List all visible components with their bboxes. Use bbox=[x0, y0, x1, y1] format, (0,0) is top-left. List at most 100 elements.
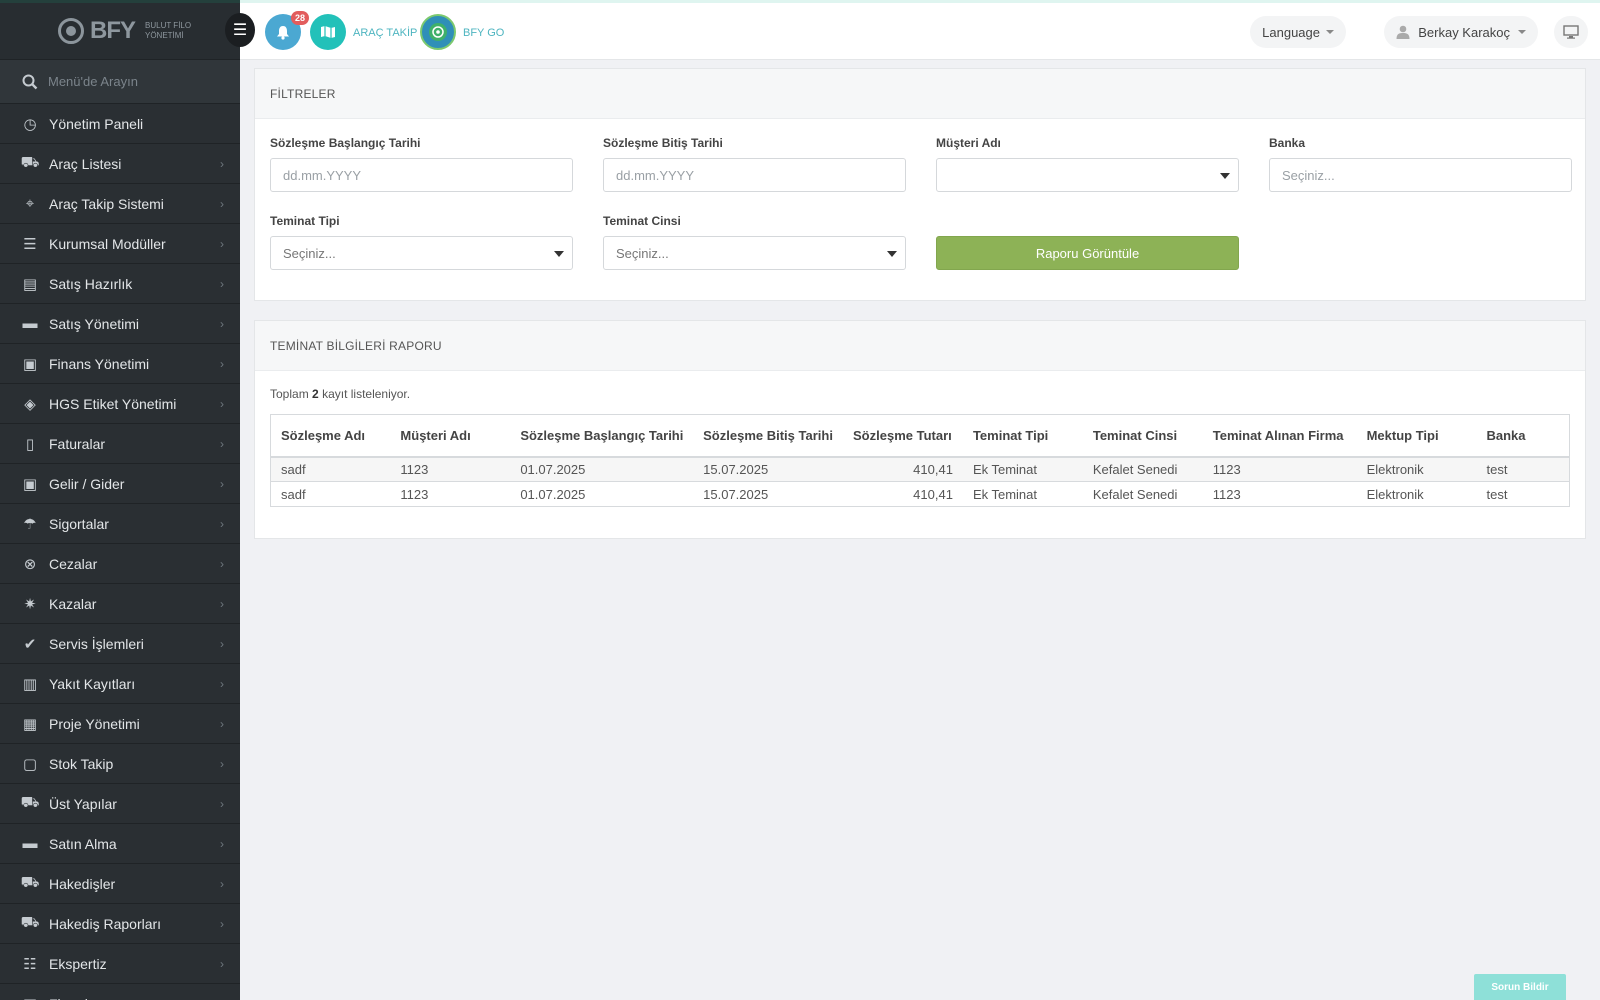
sidebar-item[interactable]: ▥ Yakıt Kayıtları › bbox=[0, 664, 240, 704]
truck-icon: ⛟ bbox=[20, 874, 40, 891]
sidebar-item[interactable]: ⌖ Araç Takip Sistemi › bbox=[0, 184, 240, 224]
sidebar-item[interactable]: ⛟ Üst Yapılar › bbox=[0, 784, 240, 824]
column-header[interactable]: Teminat Tipi bbox=[962, 414, 1083, 458]
table-cell: 15.07.2025 bbox=[693, 481, 844, 507]
menu-search bbox=[0, 60, 240, 104]
filters-panel: FİLTRELER Sözleşme Başlangıç Tarihi Sözl… bbox=[254, 68, 1586, 301]
sidebar-item[interactable]: ▤ Satış Hazırlık › bbox=[0, 264, 240, 304]
sidebar-item-label: Firmalar bbox=[49, 996, 100, 1000]
column-header[interactable]: Sözleşme Tutarı bbox=[843, 414, 963, 458]
logo-area: BFY BULUT FİLO YÖNETİMİ bbox=[0, 0, 240, 60]
sidebar-item-label: Kazalar bbox=[49, 595, 97, 612]
sidebar-item[interactable]: ◷ Yönetim Paneli bbox=[0, 104, 240, 144]
column-header[interactable]: Mektup Tipi bbox=[1356, 414, 1477, 458]
sidebar-item[interactable]: ▣ Finans Yönetimi › bbox=[0, 344, 240, 384]
column-header[interactable]: Müşteri Adı bbox=[390, 414, 511, 458]
sidebar-item[interactable]: ▢ Stok Takip › bbox=[0, 744, 240, 784]
chevron-down-icon bbox=[887, 251, 897, 257]
sidebar: BFY BULUT FİLO YÖNETİMİ ◷ Yönetim Paneli ⛟… bbox=[0, 0, 240, 1000]
fullscreen-button[interactable] bbox=[1554, 16, 1588, 48]
bfy-go-link[interactable]: BFY GO bbox=[463, 27, 504, 39]
sidebar-item-label: Ekspertiz bbox=[49, 955, 107, 972]
customer-select[interactable] bbox=[936, 158, 1239, 192]
column-header[interactable]: Sözleşme Adı bbox=[270, 414, 391, 458]
notifications-button[interactable]: 28 bbox=[265, 11, 309, 50]
check-circle-icon: ✔ bbox=[23, 635, 37, 653]
start-date-input[interactable] bbox=[283, 167, 572, 183]
column-header[interactable]: Sözleşme Bitiş Tarihi bbox=[693, 414, 844, 458]
sidebar-item-label: HGS Etiket Yönetimi bbox=[49, 395, 177, 412]
start-date-field[interactable] bbox=[270, 158, 573, 192]
chevron-down-icon bbox=[1518, 30, 1526, 34]
sidebar-item[interactable]: ▣ Gelir / Gider › bbox=[0, 464, 240, 504]
report-issue-button[interactable]: Sorun Bildir bbox=[1474, 974, 1566, 1000]
menu-toggle-button[interactable]: ☰ bbox=[225, 13, 255, 47]
gas-pump-icon: ▥ bbox=[22, 675, 38, 693]
user-name: Berkay Karakoç bbox=[1418, 24, 1510, 40]
collateral-kind-label: Teminat Cinsi bbox=[603, 214, 681, 228]
chevron-down-icon bbox=[1220, 173, 1230, 179]
sidebar-item-label: Hakedişler bbox=[49, 875, 116, 892]
view-report-button[interactable]: Raporu Görüntüle bbox=[936, 236, 1239, 270]
sidebar-item[interactable]: ☰ Kurumsal Modüller › bbox=[0, 224, 240, 264]
sidebar-item-label: Satış Yönetimi bbox=[49, 315, 140, 332]
dashboard-icon: ◷ bbox=[23, 115, 37, 133]
bank-field[interactable] bbox=[1269, 158, 1572, 192]
bank-label: Banka bbox=[1269, 136, 1306, 150]
chevron-right-icon: › bbox=[220, 916, 224, 931]
arac-takip-link[interactable]: ARAÇ TAKİP bbox=[353, 27, 417, 39]
collateral-kind-value: Seçiniz... bbox=[616, 245, 669, 261]
chevron-right-icon: › bbox=[220, 636, 224, 651]
chevron-right-icon: › bbox=[220, 476, 224, 491]
sidebar-item[interactable]: ✷ Kazalar › bbox=[0, 584, 240, 624]
language-dropdown[interactable]: Language bbox=[1250, 16, 1346, 48]
sidebar-item[interactable]: ⛟ Araç Listesi › bbox=[0, 144, 240, 184]
sidebar-item[interactable]: ⛟ Hakedişler › bbox=[0, 864, 240, 904]
filters-title: FİLTRELER bbox=[255, 69, 1585, 119]
column-header[interactable]: Teminat Cinsi bbox=[1082, 414, 1203, 458]
sidebar-item[interactable]: ☂ Sigortalar › bbox=[0, 504, 240, 544]
table-cell: sadf bbox=[270, 456, 391, 482]
truck-icon: ⛟ bbox=[20, 914, 40, 931]
hamburger-icon: ☰ bbox=[232, 22, 248, 39]
sidebar-item[interactable]: ▦ Proje Yönetimi › bbox=[0, 704, 240, 744]
collateral-kind-select[interactable]: Seçiniz... bbox=[603, 236, 906, 270]
chevron-right-icon: › bbox=[220, 956, 224, 971]
column-header[interactable]: Banka bbox=[1476, 414, 1570, 458]
server-icon: ☰ bbox=[23, 235, 37, 253]
bank-input[interactable] bbox=[1282, 167, 1571, 183]
end-date-field[interactable] bbox=[603, 158, 906, 192]
sidebar-item[interactable]: ☷ Ekspertiz › bbox=[0, 944, 240, 984]
sidebar-item[interactable]: ▬ Satın Alma › bbox=[0, 824, 240, 864]
chevron-down-icon bbox=[554, 251, 564, 257]
collateral-report-table: Sözleşme Adı Müşteri Adı Sözleşme Başlangı… bbox=[270, 414, 1570, 507]
user-menu[interactable]: Berkay Karakoç bbox=[1384, 16, 1538, 48]
chevron-right-icon: › bbox=[220, 997, 224, 1000]
bfy-go-button[interactable] bbox=[420, 14, 456, 50]
sidebar-item[interactable]: ▦ Firmalar › bbox=[0, 984, 240, 1000]
sidebar-item[interactable]: ◈ HGS Etiket Yönetimi › bbox=[0, 384, 240, 424]
sidebar-item-label: Finans Yönetimi bbox=[49, 355, 150, 372]
table-cell: 01.07.2025 bbox=[510, 456, 694, 482]
column-header[interactable]: Sözleşme Başlangıç Tarihi bbox=[510, 414, 694, 458]
sidebar-item[interactable]: ⊗ Cezalar › bbox=[0, 544, 240, 584]
end-date-label: Sözleşme Bitiş Tarihi bbox=[603, 136, 723, 150]
sidebar-item[interactable]: ▯ Faturalar › bbox=[0, 424, 240, 464]
table-cell: 01.07.2025 bbox=[510, 481, 694, 507]
collateral-type-select[interactable]: Seçiniz... bbox=[270, 236, 573, 270]
sidebar-item-label: Satın Alma bbox=[49, 835, 117, 852]
menu-search-input[interactable] bbox=[48, 74, 218, 89]
sidebar-item[interactable]: ✔ Servis İşlemleri › bbox=[0, 624, 240, 664]
table-cell: Elektronik bbox=[1356, 456, 1477, 482]
table-row: sadf 1123 01.07.2025 15.07.2025 410,41 Ek Tem… bbox=[270, 481, 1570, 507]
sidebar-item[interactable]: ⛟ Hakediş Raporları › bbox=[0, 904, 240, 944]
column-header[interactable]: Teminat Alınan Firma bbox=[1202, 414, 1357, 458]
table-cell: 1123 bbox=[390, 481, 511, 507]
summary-prefix: Toplam bbox=[270, 387, 309, 401]
map-button[interactable] bbox=[310, 14, 346, 50]
chevron-right-icon: › bbox=[220, 676, 224, 691]
logo[interactable]: BFY BULUT FİLO YÖNETİMİ bbox=[58, 17, 205, 45]
sidebar-item[interactable]: ▬ Satış Yönetimi › bbox=[0, 304, 240, 344]
chevron-right-icon: › bbox=[220, 796, 224, 811]
end-date-input[interactable] bbox=[616, 167, 905, 183]
